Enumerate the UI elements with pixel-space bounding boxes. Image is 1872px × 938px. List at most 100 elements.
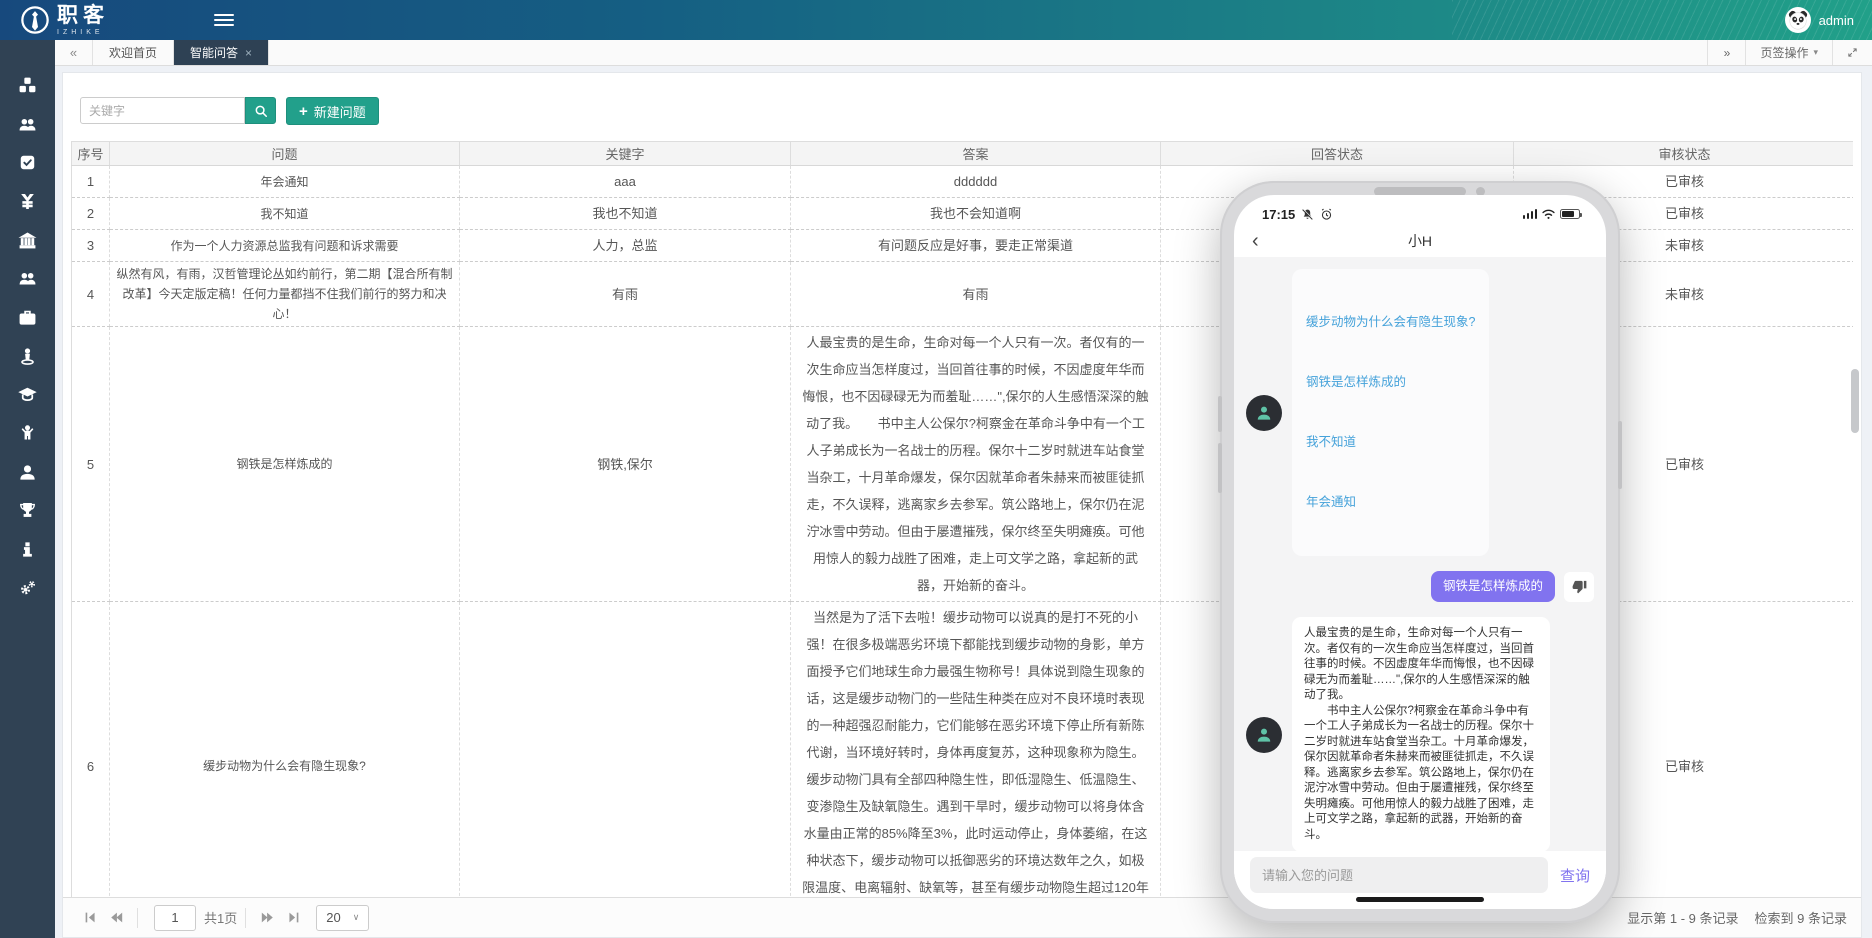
sidebar-item-achievements[interactable] [0, 492, 55, 531]
logo-text: 职客 [57, 5, 109, 26]
sidebar-item-institution[interactable] [0, 221, 55, 260]
suggestion-link[interactable]: 钢铁是怎样炼成的 [1306, 368, 1475, 397]
sidebar-item-street-view[interactable] [0, 337, 55, 376]
panda-avatar-icon [1787, 9, 1809, 31]
tab-smart-qa[interactable]: 智能问答 × [174, 40, 269, 65]
tab-welcome[interactable]: 欢迎首页 [93, 40, 174, 65]
sidebar-item-user[interactable] [0, 453, 55, 492]
fullscreen-toggle[interactable] [1832, 40, 1872, 65]
new-question-label: 新建问题 [314, 102, 366, 121]
sidebar-item-talent[interactable] [0, 414, 55, 453]
tie-logo-icon [20, 5, 50, 35]
cell-question: 纵然有风，有雨，汉哲管理论丛如约前行，第二期【混合所有制改革】今天定版定稿！任何… [110, 262, 460, 327]
street-view-icon [18, 347, 37, 366]
table-header-row: 序号 问题 关键字 答案 回答状态 审核状态 [72, 142, 1854, 166]
cell-no: 3 [72, 230, 110, 262]
sidebar-item-jobs[interactable] [0, 298, 55, 337]
chat-area: 缓步动物为什么会有隐生现象? 钢铁是怎样炼成的 我不知道 年会通知 钢铁是怎样炼… [1234, 257, 1606, 909]
cell-question: 年会通知 [110, 166, 460, 198]
username[interactable]: admin [1819, 13, 1854, 28]
suggestion-link[interactable]: 缓步动物为什么会有隐生现象? [1306, 308, 1475, 337]
search-button[interactable] [245, 97, 276, 124]
user-message: 钢铁是怎样炼成的 [1246, 571, 1594, 602]
battery-icon [1560, 209, 1580, 219]
total-pages-label: 共1页 [204, 908, 237, 927]
tab-bar: « 欢迎首页 智能问答 × » 页签操作 ▾ [55, 40, 1872, 66]
logo-subtext: IZHIKE [57, 29, 109, 36]
cell-question: 作为一个人力资源总监我有问题和诉求需要 [110, 230, 460, 262]
prev-page-icon [110, 911, 123, 924]
new-question-button[interactable]: + 新建问题 [286, 97, 379, 125]
expand-icon [1847, 46, 1858, 59]
cell-no: 5 [72, 327, 110, 602]
cell-keyword: 我也不知道 [460, 198, 791, 230]
first-page-button[interactable] [77, 907, 103, 929]
mute-icon [1301, 208, 1314, 221]
yen-icon [18, 192, 37, 211]
last-page-icon [287, 911, 300, 924]
bot-person-icon [1254, 725, 1274, 745]
search-input[interactable] [80, 97, 245, 124]
tab-actions-dropdown[interactable]: 页签操作 ▾ [1745, 40, 1832, 65]
wifi-icon [1541, 208, 1556, 220]
cell-no: 1 [72, 166, 110, 198]
bank-icon [18, 231, 37, 250]
cell-answer: 有问题反应是好事，要走正常渠道 [791, 230, 1161, 262]
tabs-scroll-left-icon[interactable]: « [55, 40, 93, 65]
info-icon [18, 540, 37, 559]
col-answer: 答案 [791, 142, 1161, 166]
sidebar-nav [0, 40, 55, 938]
suggestion-link[interactable]: 我不知道 [1306, 428, 1475, 457]
sidebar-item-users-group[interactable] [0, 105, 55, 144]
sidebar-item-settings[interactable] [0, 569, 55, 608]
sidebar-item-training[interactable] [0, 376, 55, 415]
user-avatar[interactable] [1785, 7, 1811, 33]
cell-answer: 我也不会知道啊 [791, 198, 1161, 230]
user-icon [18, 463, 37, 482]
col-review-status: 审核状态 [1514, 142, 1854, 166]
app-logo: 职客 IZHIKE [0, 5, 109, 36]
suggestion-link[interactable]: 年会通知 [1306, 488, 1475, 517]
page-number-input[interactable] [154, 905, 196, 931]
home-indicator[interactable] [1356, 897, 1484, 902]
plus-icon: + [299, 103, 308, 120]
prev-page-button[interactable] [103, 907, 129, 929]
cell-keyword: aaa [460, 166, 791, 198]
sidebar-item-tasks[interactable] [0, 143, 55, 182]
cell-keyword: 人力，总监 [460, 230, 791, 262]
phone-mockup: 17:15 ‹ 小H 缓步动物为什么会有隐生现象? 钢铁是怎样 [1220, 181, 1620, 923]
caret-down-icon: ∨ [353, 912, 360, 923]
sidebar-item-finance[interactable] [0, 182, 55, 221]
tabs-scroll-right-icon[interactable]: » [1707, 40, 1745, 65]
user-bubble: 钢铁是怎样炼成的 [1431, 571, 1555, 602]
tab-close-icon[interactable]: × [245, 46, 252, 60]
sidebar-item-team[interactable] [0, 259, 55, 298]
records-found: 检索到 9 条记录 [1755, 908, 1847, 927]
sidebar-item-info[interactable] [0, 530, 55, 569]
vertical-scrollbar[interactable] [1851, 369, 1859, 433]
page-size-select[interactable]: 20 ∨ [316, 905, 369, 931]
next-page-button[interactable] [254, 907, 280, 929]
cell-keyword: 钢铁,保尔 [460, 327, 791, 602]
next-page-icon [261, 911, 274, 924]
tab-actions-label: 页签操作 [1760, 44, 1808, 61]
cell-no: 2 [72, 198, 110, 230]
last-page-button[interactable] [280, 907, 306, 929]
bot-avatar [1246, 395, 1282, 431]
back-arrow-icon[interactable]: ‹ [1252, 231, 1259, 251]
tab-welcome-label: 欢迎首页 [109, 44, 157, 61]
chat-input[interactable] [1250, 857, 1548, 893]
tab-smart-qa-label: 智能问答 [190, 44, 238, 61]
col-question: 问题 [110, 142, 460, 166]
records-summary: 显示第 1 - 9 条记录 [1627, 908, 1738, 927]
check-square-icon [18, 153, 37, 172]
page-size-value: 20 [326, 910, 340, 925]
bot-person-icon [1254, 403, 1274, 423]
dislike-button[interactable] [1564, 572, 1594, 602]
caret-down-icon: ▾ [1813, 47, 1818, 58]
bot-bubble: 人最宝贵的是生命，生命对每一个人只有一次。者仅有的一次生命应当怎样度过，当回首往… [1292, 617, 1550, 852]
app-root: 职客 IZHIKE admin [0, 0, 1872, 938]
menu-toggle-icon[interactable] [214, 11, 234, 29]
sidebar-item-modules[interactable] [0, 66, 55, 105]
query-button[interactable]: 查询 [1560, 865, 1590, 886]
